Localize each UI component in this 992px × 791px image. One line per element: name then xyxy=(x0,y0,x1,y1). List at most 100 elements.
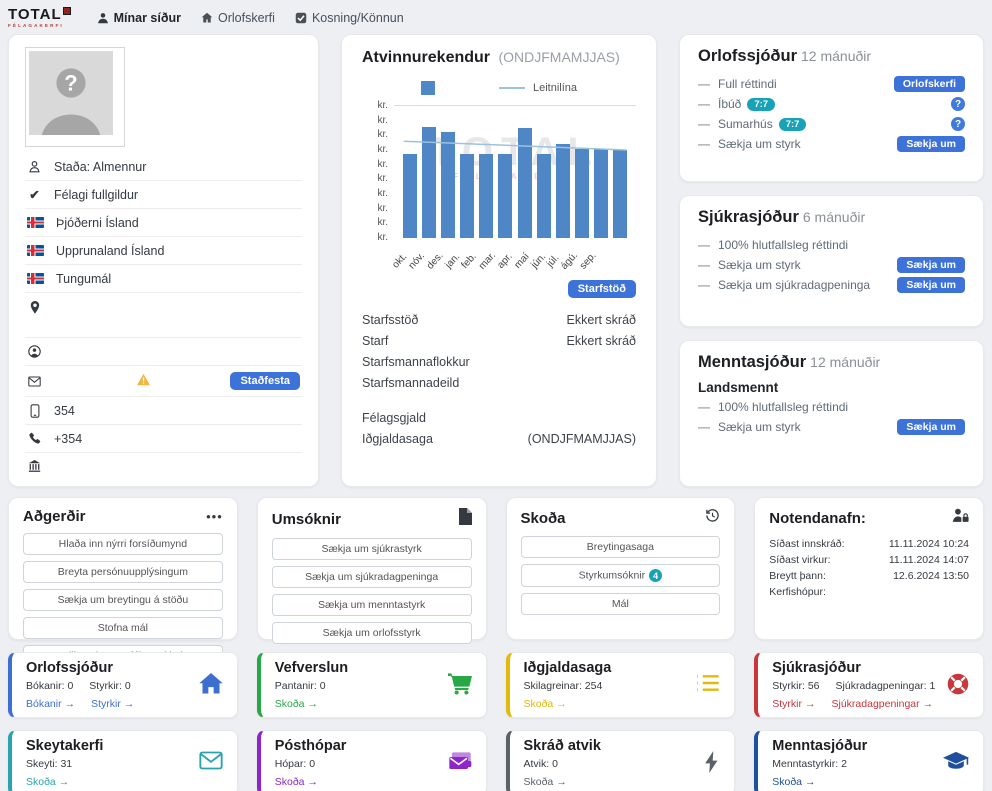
fund-item: — Sækja um styrk Sækja um xyxy=(698,257,965,273)
phone-icon xyxy=(27,432,42,445)
orlofskerfi-button[interactable]: Orlofskerfi xyxy=(894,76,965,92)
stat-card-title: Skráð atvik xyxy=(524,738,721,754)
nav-item-orlofskerfi[interactable]: Orlofskerfi xyxy=(201,11,275,25)
dash-icon: — xyxy=(698,77,710,91)
stat-label: Sjúkradagpeningar: xyxy=(836,680,927,692)
help-icon[interactable]: ? xyxy=(951,117,965,131)
stat-value: 0 xyxy=(125,680,131,692)
y-tick-label: kr. xyxy=(362,203,388,214)
profile-row-nationality: Þjóðerni Ísland xyxy=(25,209,302,237)
fund-item-label: Full réttindi xyxy=(718,77,777,91)
skoda-link[interactable]: Skoða→ xyxy=(524,776,567,788)
upload-photo-button[interactable]: Hlaða inn nýrri forsíðumynd xyxy=(23,533,223,555)
verify-email-button[interactable]: Staðfesta xyxy=(230,372,300,390)
arrow-icon: → xyxy=(556,776,567,788)
stat-value: 254 xyxy=(585,680,603,692)
y-tick-label: kr. xyxy=(362,232,388,243)
profile-row-label: Þjóðerni Ísland xyxy=(56,216,139,230)
mobile-icon xyxy=(27,404,42,418)
stat-label: Menntastyrkir: xyxy=(772,758,838,770)
help-icon[interactable]: ? xyxy=(951,97,965,111)
fund-item-label: Íbúð xyxy=(718,97,741,111)
ellipsis-icon[interactable]: ••• xyxy=(206,509,223,524)
dash-icon: — xyxy=(698,137,710,151)
employer-title: Atvinnurekendur xyxy=(362,49,490,66)
top-section: ? Staða: Almennur ✔ Félagi fullgildur Þj… xyxy=(8,34,984,487)
nav-item-label: Mínar síður xyxy=(114,11,181,25)
profile-row-mobile: 354 xyxy=(25,397,302,425)
employer-title-suffix: (ONDJFMAMJJAS) xyxy=(498,49,619,65)
meta-label: Kerfishópur: xyxy=(769,584,826,600)
apply-menntastyrkur-button[interactable]: Sækja um menntastyrk xyxy=(272,594,472,616)
lightning-icon xyxy=(704,751,720,778)
detail-label: Starfsmannadeild xyxy=(362,373,459,394)
bank-icon xyxy=(27,460,42,473)
detail-label: Starfsstöð xyxy=(362,310,418,331)
fund-item: — Sækja um styrk Sækja um xyxy=(698,136,965,152)
skoda-link[interactable]: Skoða→ xyxy=(275,776,318,788)
x-axis-labels: okt.nóv.des.jan.feb.mar.apr.maíjún.júl.á… xyxy=(394,248,610,278)
detail-row: StarfEkkert skráð xyxy=(362,331,636,352)
skoda-link[interactable]: Skoða→ xyxy=(772,776,815,788)
apply-button[interactable]: Sækja um xyxy=(897,136,965,152)
button-label: Styrkumsóknir xyxy=(579,569,646,581)
skoda-link[interactable]: Skoða→ xyxy=(26,776,69,788)
stat-card-title: Skeytakerfi xyxy=(26,738,223,754)
trendline-swatch xyxy=(499,87,525,89)
page: TOTAL FÉLAGAKERFI Mínar síður Orlofskerf… xyxy=(0,0,992,791)
arrow-icon: → xyxy=(65,698,76,710)
sjukrasjodur-card: Sjúkrasjóður6 mánuðir — 100% hlutfallsle… xyxy=(679,195,984,327)
legend-swatch xyxy=(421,81,435,95)
orlofssjodur-card: Orlofssjóður12 mánuðir — Full réttindi O… xyxy=(679,34,984,182)
apply-button[interactable]: Sækja um xyxy=(897,419,965,435)
legend-item-trendline: Leitnilína xyxy=(499,82,577,94)
profile-row-membership: ✔ Félagi fullgildur xyxy=(25,181,302,209)
stat-label: Hópar: xyxy=(275,758,307,770)
home-icon xyxy=(199,673,223,700)
y-tick-label: kr. xyxy=(362,159,388,170)
create-case-button[interactable]: Stofna mál xyxy=(23,617,223,639)
nav-item-kosning[interactable]: Kosning/Könnun xyxy=(295,11,404,25)
mal-button[interactable]: Mál xyxy=(521,593,721,615)
cart-icon xyxy=(448,673,472,700)
logo-square-icon xyxy=(63,7,71,15)
meta-value: 12.6.2024 13:50 xyxy=(893,568,969,584)
breytingasaga-button[interactable]: Breytingasaga xyxy=(521,536,721,558)
stat-value: 56 xyxy=(808,680,820,692)
navbar: TOTAL FÉLAGAKERFI Mínar síður Orlofskerf… xyxy=(8,4,984,32)
avatar: ? xyxy=(25,47,125,147)
employer-details: StarfsstöðEkkert skráð StarfEkkert skráð… xyxy=(362,310,636,450)
apply-button[interactable]: Sækja um xyxy=(897,277,965,293)
apply-sjukradagpeningar-button[interactable]: Sækja um sjúkradagpeninga xyxy=(272,566,472,588)
arrow-icon: → xyxy=(308,698,319,710)
stat-card-title: Orlofssjóður xyxy=(26,660,223,676)
styrkumsoknir-button[interactable]: Styrkumsóknir4 xyxy=(521,564,721,587)
envelope-icon xyxy=(199,751,223,775)
nav-item-minar-sidur[interactable]: Mínar síður xyxy=(97,11,181,25)
user-meta-row: Kerfishópur: xyxy=(769,584,969,600)
apply-status-change-button[interactable]: Sækja um breytingu á stöðu xyxy=(23,589,223,611)
apply-sjukrastyrkur-button[interactable]: Sækja um sjúkrastyrk xyxy=(272,538,472,560)
profile-card: ? Staða: Almennur ✔ Félagi fullgildur Þj… xyxy=(8,34,319,487)
panel-title: Notendanafn: xyxy=(769,510,866,527)
panel-title: Umsóknir xyxy=(272,511,341,528)
total-logo: TOTAL FÉLAGAKERFI xyxy=(8,7,71,29)
user-meta-row: Síðast virkur:11.11.2024 14:07 xyxy=(769,552,969,568)
trendline xyxy=(394,106,636,238)
sjukradagpeningar-link[interactable]: Sjúkradagpeningar→ xyxy=(832,698,934,710)
apply-orlofsstyrkur-button[interactable]: Sækja um orlofsstyrk xyxy=(272,622,472,644)
iceland-flag-icon xyxy=(27,245,44,256)
ratio-badge: 7:7 xyxy=(747,98,775,111)
styrkir-link[interactable]: Styrkir→ xyxy=(772,698,815,710)
edit-personal-info-button[interactable]: Breyta persónuupplýsingum xyxy=(23,561,223,583)
apply-button[interactable]: Sækja um xyxy=(897,257,965,273)
starfstod-button[interactable]: Starfstöð xyxy=(568,280,636,298)
lifebuoy-icon xyxy=(947,673,969,700)
meta-value: 11.11.2024 10:24 xyxy=(889,536,969,552)
skoda-link[interactable]: Skoða→ xyxy=(524,698,567,710)
bokanir-link[interactable]: Bókanir→ xyxy=(26,698,75,710)
skoda-link[interactable]: Skoða→ xyxy=(275,698,318,710)
envelope-icon xyxy=(27,376,42,387)
stat-label: Atvik: xyxy=(524,758,550,770)
styrkir-link[interactable]: Styrkir→ xyxy=(91,698,134,710)
